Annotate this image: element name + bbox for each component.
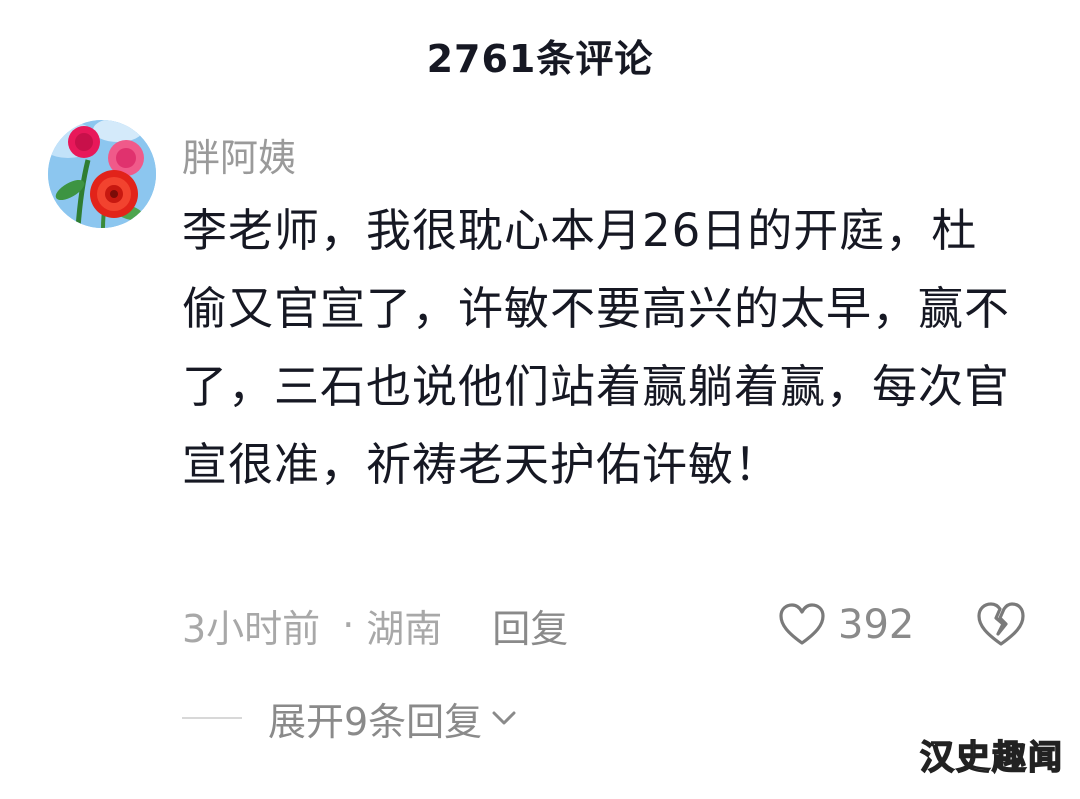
expand-replies-label: 展开9条回复 xyxy=(268,699,483,744)
rose-flower-avatar-image xyxy=(48,120,156,228)
meta-separator: · xyxy=(342,603,355,647)
broken-heart-icon xyxy=(977,602,1025,646)
author-name[interactable]: 胖阿姨 xyxy=(182,127,296,182)
heart-outline-icon xyxy=(779,603,825,645)
dislike-button[interactable] xyxy=(975,600,1027,650)
comment-count-title: 2761条评论 xyxy=(426,37,654,81)
reply-button[interactable]: 回复 xyxy=(492,598,568,653)
chevron-down-icon xyxy=(492,711,516,725)
comment-meta: 3小时前 · 湖南 回复 xyxy=(182,598,568,653)
like-count: 392 xyxy=(838,602,915,648)
expand-replies-button[interactable]: 展开9条回复 xyxy=(182,690,518,746)
comment-body: 李老师，我很耽心本月26日的开庭，杜偷又官宣了，许敏不要高兴的太早，赢不了，三石… xyxy=(182,204,1011,491)
like-button[interactable]: 392 xyxy=(778,598,914,652)
watermark: 汉史趣闻 xyxy=(919,737,1064,779)
divider-line xyxy=(182,717,242,719)
avatar[interactable] xyxy=(48,120,156,228)
comment-location: 湖南 xyxy=(366,606,443,651)
comments-panel: 2761条评论 胖阿姨 李老师，我很耽心本月26日的开庭，杜偷又官宣了，许敏不要… xyxy=(0,0,1080,799)
comment-time: 3小时前 xyxy=(182,606,321,651)
